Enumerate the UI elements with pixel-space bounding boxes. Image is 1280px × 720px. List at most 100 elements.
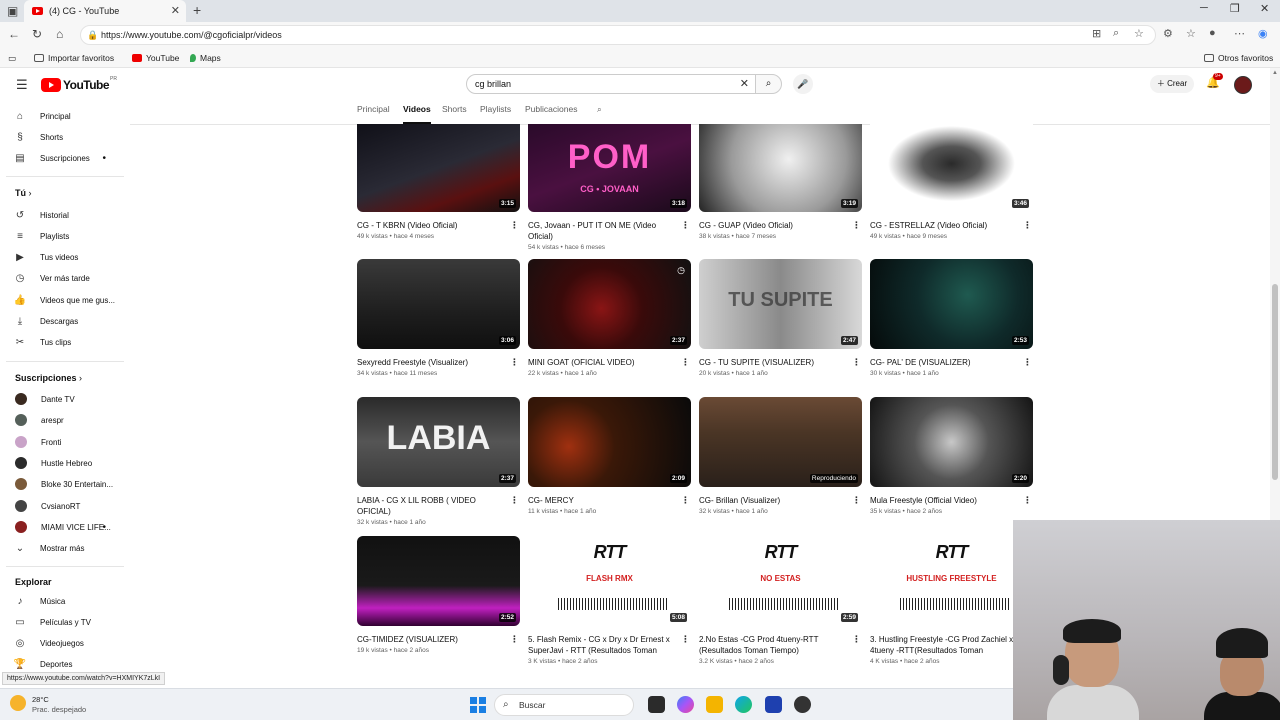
video-card[interactable]: Reproduciendo CG- Brillan (Visualizer) 32 …	[699, 397, 863, 515]
video-title[interactable]: CG, Jovaan - PUT IT ON ME (Video Oficial…	[528, 220, 678, 242]
sidebar-sub-item[interactable]: CvsianoRT	[0, 496, 126, 516]
sidebar-item-playlists[interactable]: ≡ Playlists	[0, 226, 126, 246]
video-card[interactable]: 2:52 CG-TIMIDEZ (VISUALIZER) 19 k vistas •…	[357, 536, 521, 654]
more-options-icon[interactable]: ⋮	[681, 495, 690, 506]
more-options-icon[interactable]: ⋮	[510, 634, 519, 645]
video-card[interactable]: RTT HUSTLING FREESTYLE 3. Hustling Freesty…	[870, 536, 1034, 665]
video-thumbnail[interactable]: 3:46	[870, 124, 1033, 212]
other-bookmarks[interactable]: Otros favoritos	[1204, 53, 1273, 63]
video-thumbnail[interactable]: 3:15	[357, 124, 520, 212]
sidebar-sub-item[interactable]: Fronti	[0, 432, 126, 452]
tab-shorts[interactable]: Shorts	[442, 104, 467, 114]
more-options-icon[interactable]: ⋮	[510, 220, 519, 231]
sidebar-item-principal[interactable]: ⌂ Principal	[0, 106, 126, 126]
sidebar-sub-item[interactable]: MIAMI VICE LIFE... •	[0, 517, 126, 537]
video-thumbnail[interactable]: RTT HUSTLING FREESTYLE	[870, 536, 1033, 626]
more-options-icon[interactable]: ⋮	[852, 495, 861, 506]
more-options-icon[interactable]: ⋮	[852, 634, 861, 645]
tab-videos[interactable]: Videos	[403, 104, 431, 124]
video-card[interactable]: RTT NO ESTAS 2:59 2.No Estas -CG Prod 4tuen…	[699, 536, 863, 665]
scroll-up-icon[interactable]: ▲	[1272, 70, 1278, 76]
watch-later-icon[interactable]: ◷	[677, 265, 685, 276]
sidebar-item-downloads[interactable]: ⤓ Descargas	[0, 311, 126, 331]
more-options-icon[interactable]: ⋮	[1023, 357, 1032, 368]
menu-icon[interactable]: ☰	[16, 77, 28, 93]
video-card[interactable]: TU SUPITE 2:47 CG - TU SUPITE (VISUALIZER)…	[699, 259, 863, 377]
more-options-icon[interactable]: ⋮	[681, 634, 690, 645]
sidebar-item-subscriptions[interactable]: ▤ Suscripciones •	[0, 148, 126, 168]
video-thumbnail[interactable]: ◷ 2:37	[528, 259, 691, 349]
video-card[interactable]: 3:19 CG - GUAP (Video Oficial) 38 k vistas…	[699, 124, 863, 240]
bookmark-import[interactable]: Importar favoritos	[34, 53, 114, 63]
start-button[interactable]	[470, 697, 486, 713]
minimize-icon[interactable]: ─	[1200, 2, 1208, 14]
video-card[interactable]: 3:06 Sexyredd Freestyle (Visualizer) 34 k …	[357, 259, 521, 377]
tab-principal[interactable]: Principal	[357, 104, 390, 114]
new-tab-icon[interactable]: +	[193, 2, 201, 18]
zoom-icon[interactable]: ⌕	[1113, 27, 1119, 40]
taskbar-search[interactable]: ⌕ Buscar	[494, 694, 634, 716]
folder-app-icon[interactable]	[706, 696, 723, 713]
video-title[interactable]: Sexyredd Freestyle (Visualizer)	[357, 357, 507, 368]
clear-search-icon[interactable]: ✕	[740, 75, 749, 93]
video-title[interactable]: 5. Flash Remix - CG x Dry x Dr Ernest x …	[528, 634, 678, 656]
video-thumbnail[interactable]: Reproduciendo	[699, 397, 862, 487]
video-card[interactable]: RTT FLASH RMX 5:08 5. Flash Remix - CG x Dr…	[528, 536, 692, 665]
video-title[interactable]: 3. Hustling Freestyle -CG Prod Zachiel x…	[870, 634, 1020, 656]
video-title[interactable]: CG - GUAP (Video Oficial)	[699, 220, 849, 231]
video-thumbnail[interactable]: 2:09	[528, 397, 691, 487]
sidebar-item-gaming[interactable]: ◎ Videojuegos	[0, 633, 126, 653]
voice-search-button[interactable]: 🎤	[793, 74, 813, 94]
sidebar-item-watch-later[interactable]: ◷ Ver más tarde	[0, 268, 126, 288]
more-options-icon[interactable]: ⋮	[681, 220, 690, 231]
app-icon[interactable]: ⊞	[1092, 27, 1101, 40]
sidebar-toggle-icon[interactable]: ▭	[8, 53, 16, 64]
notifications-button[interactable]: 🔔 9+	[1206, 73, 1223, 89]
reload-icon[interactable]: ↻	[32, 27, 42, 41]
extensions-icon[interactable]: ⚙	[1163, 27, 1173, 40]
copilot-app-icon[interactable]	[677, 696, 694, 713]
video-title[interactable]: 2.No Estas -CG Prod 4tueny-RTT (Resultad…	[699, 634, 849, 656]
video-card[interactable]: 2:53 CG- PAL' DE (VISUALIZER) 30 k vistas …	[870, 259, 1034, 377]
video-card[interactable]: 3:46 CG - ESTRELLAZ (Video Oficial) 49 k v…	[870, 124, 1034, 240]
search-button[interactable]: ⌕	[755, 74, 782, 94]
more-options-icon[interactable]: ⋮	[510, 495, 519, 506]
youtube-logo[interactable]: YouTube PR	[41, 76, 117, 92]
sidebar-item-your-videos[interactable]: ▶ Tus videos	[0, 247, 126, 267]
video-card[interactable]: 3:15 CG - T KBRN (Video Oficial) 49 k vist…	[357, 124, 521, 240]
bookmark-youtube[interactable]: YouTube	[132, 53, 179, 63]
workspaces-icon[interactable]: ▣	[7, 4, 18, 18]
video-card[interactable]: POM CG • JOVAAN 3:18 CG, Jovaan - PUT IT ON…	[528, 124, 692, 251]
video-thumbnail[interactable]: 3:06	[357, 259, 520, 349]
file-explorer-app-icon[interactable]	[648, 696, 665, 713]
profile-icon[interactable]: ●	[1209, 27, 1216, 39]
bookmark-maps[interactable]: Maps	[190, 53, 221, 63]
video-title[interactable]: MINI GOAT (OFICIAL VIDEO)	[528, 357, 678, 368]
copilot-icon[interactable]: ◉	[1258, 27, 1268, 40]
more-options-icon[interactable]: ⋮	[1023, 495, 1032, 506]
close-window-icon[interactable]: ✕	[1260, 2, 1269, 15]
create-button[interactable]: ＋ Crear	[1150, 75, 1194, 93]
video-title[interactable]: LABIA - CG X LIL ROBB ( VIDEO OFICIAL)	[357, 495, 507, 517]
video-title[interactable]: CG-TIMIDEZ (VISUALIZER)	[357, 634, 507, 645]
sidebar-sub-item[interactable]: Dante TV	[0, 389, 126, 409]
channel-search-icon[interactable]: ⌕	[597, 104, 602, 115]
video-card[interactable]: 2:09 CG- MERCY 11 k vistas • hace 1 año ⋮	[528, 397, 692, 515]
subscriptions-section-header[interactable]: Suscripciones ›	[15, 373, 82, 383]
video-thumbnail[interactable]: 3:19	[699, 124, 862, 212]
sidebar-item-liked[interactable]: 👍 Videos que me gus...	[0, 290, 126, 310]
browser-tab[interactable]: (4) CG - YouTube ✕	[24, 0, 186, 22]
favorite-star-icon[interactable]: ☆	[1134, 27, 1144, 40]
scrollbar-thumb[interactable]	[1272, 284, 1278, 480]
video-thumbnail[interactable]: POM CG • JOVAAN 3:18	[528, 124, 691, 212]
sidebar-item-shorts[interactable]: § Shorts	[0, 127, 126, 147]
more-menu-icon[interactable]: ⋯	[1234, 27, 1245, 40]
close-tab-icon[interactable]: ✕	[171, 4, 180, 17]
video-title[interactable]: CG - ESTRELLAZ (Video Oficial)	[870, 220, 1020, 231]
more-options-icon[interactable]: ⋮	[681, 357, 690, 368]
you-section-header[interactable]: Tú ›	[15, 188, 32, 198]
sidebar-item-music[interactable]: ♪ Música	[0, 591, 126, 611]
sidebar-item-history[interactable]: ↺ Historial	[0, 205, 126, 225]
search-input[interactable]: cg brillan ✕	[466, 74, 756, 94]
show-more-button[interactable]: ⌄ Mostrar más	[0, 538, 126, 558]
